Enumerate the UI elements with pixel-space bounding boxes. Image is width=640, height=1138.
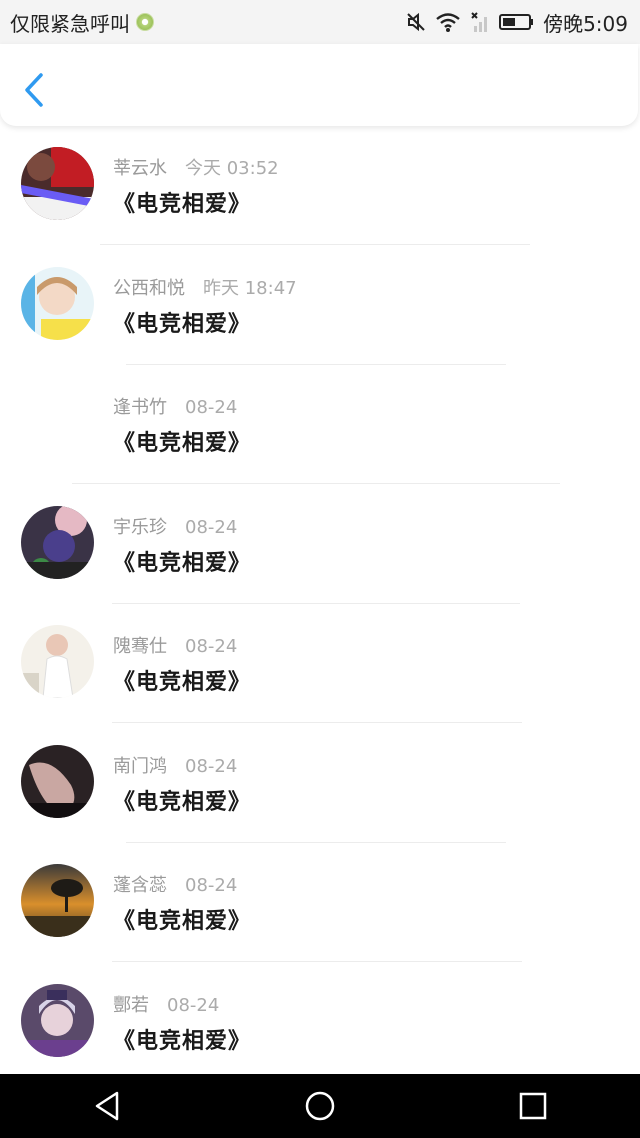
item-meta: 南门鸿 08-24 — [113, 752, 237, 778]
avatar[interactable] — [21, 744, 94, 818]
list-item[interactable]: 南门鸿 08-24 《电竞相爱》 — [0, 724, 640, 844]
sender-name: 莘云水 — [113, 158, 167, 179]
list-item[interactable]: 公西和悦 昨天 18:47 《电竞相爱》 — [0, 246, 640, 366]
list-item[interactable]: 蓬含蕊 08-24 《电竞相爱》 — [0, 843, 640, 963]
item-meta: 逢书竹 08-24 — [113, 393, 237, 419]
item-title: 《电竞相爱》 — [113, 431, 252, 456]
item-meta: 酆若 08-24 — [113, 991, 219, 1017]
list-item[interactable]: 逢书竹 08-24 《电竞相爱》 — [0, 365, 640, 485]
sender-name: 蓬含蕊 — [113, 875, 167, 896]
mute-icon — [405, 11, 427, 33]
square-recents-icon — [520, 1092, 547, 1120]
list-item[interactable]: 隗骞仕 08-24 《电竞相爱》 — [0, 604, 640, 724]
list-item[interactable]: 莘云水 今天 03:52 《电竞相爱》 — [0, 126, 640, 246]
item-title: 《电竞相爱》 — [113, 670, 252, 695]
item-time: 08-24 — [185, 636, 238, 657]
avatar[interactable] — [21, 147, 94, 220]
sender-name: 酆若 — [113, 994, 149, 1016]
avatar[interactable] — [21, 625, 94, 698]
status-bar: 仅限紧急呼叫 傍晚5:09 — [0, 0, 640, 44]
sender-name: 逢书竹 — [113, 397, 167, 418]
message-list: 莘云水 今天 03:52 《电竞相爱》 公西和悦 昨天 18:47 《电竞相爱》 逢… — [0, 126, 640, 1082]
item-title: 《电竞相爱》 — [113, 909, 252, 934]
item-meta: 公西和悦 昨天 18:47 — [113, 274, 297, 300]
sender-name: 隗骞仕 — [113, 636, 167, 657]
item-time: 08-24 — [185, 397, 238, 418]
status-left: 仅限紧急呼叫 — [0, 8, 154, 37]
item-title: 《电竞相爱》 — [113, 789, 252, 815]
list-item[interactable]: 酆若 08-24 《电竞相爱》 — [0, 963, 640, 1083]
list-item[interactable]: 宇乐珍 08-24 《电竞相爱》 — [0, 485, 640, 605]
nav-recents-button[interactable] — [503, 1076, 563, 1136]
nav-home-button[interactable] — [290, 1076, 350, 1136]
item-meta: 宇乐珍 08-24 — [113, 513, 237, 539]
sender-name: 公西和悦 — [113, 277, 185, 299]
item-title: 《电竞相爱》 — [113, 311, 252, 337]
status-right: 傍晚5:09 — [405, 8, 640, 37]
chevron-left-icon — [25, 73, 43, 107]
back-button[interactable] — [16, 70, 52, 110]
nav-back-button[interactable] — [77, 1076, 137, 1136]
signal-icon — [469, 11, 491, 33]
emergency-call-text: 仅限紧急呼叫 — [10, 11, 130, 36]
sender-name: 宇乐珍 — [113, 516, 167, 538]
item-time: 08-24 — [185, 875, 238, 896]
triangle-back-icon — [95, 1091, 118, 1121]
item-time: 08-24 — [167, 994, 220, 1016]
item-time: 今天 03:52 — [185, 158, 279, 179]
item-meta: 蓬含蕊 08-24 — [113, 871, 237, 897]
sender-name: 南门鸿 — [113, 755, 167, 777]
item-meta: 莘云水 今天 03:52 — [113, 154, 279, 180]
wifi-icon — [435, 11, 461, 33]
header-bar — [0, 44, 638, 126]
item-title: 《电竞相爱》 — [113, 1028, 252, 1054]
item-title: 《电竞相爱》 — [113, 550, 252, 576]
item-title: 《电竞相爱》 — [113, 192, 252, 217]
item-meta: 隗骞仕 08-24 — [113, 632, 237, 658]
battery-icon — [499, 12, 535, 32]
item-time: 昨天 18:47 — [203, 277, 297, 299]
circle-home-icon — [305, 1091, 335, 1121]
avatar[interactable] — [21, 983, 94, 1057]
avatar[interactable] — [21, 266, 94, 340]
avatar[interactable] — [21, 864, 94, 937]
item-time: 08-24 — [185, 516, 238, 538]
clock-text: 傍晚5:09 — [543, 11, 628, 36]
item-time: 08-24 — [185, 755, 238, 777]
avatar[interactable] — [21, 505, 94, 579]
system-nav-bar — [0, 1074, 640, 1138]
notification-dot-icon — [136, 13, 154, 31]
